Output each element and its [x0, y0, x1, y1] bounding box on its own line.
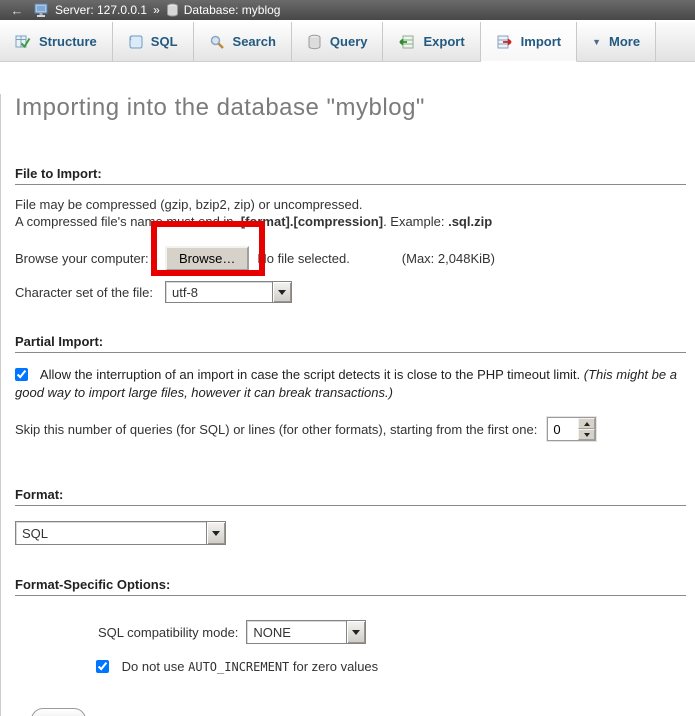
auto-increment-text-prefix: Do not use	[122, 659, 189, 674]
charset-select[interactable]: utf-8	[165, 281, 292, 303]
browse-row: Browse your computer: Browse… No file se…	[15, 245, 690, 271]
tab-bar: Structure SQL Search Query Export Import…	[0, 22, 695, 62]
tab-more[interactable]: ▼ More	[577, 22, 656, 61]
compression-help-text: File may be compressed (gzip, bzip2, zip…	[15, 196, 690, 230]
section-heading-format-specific-options: Format-Specific Options:	[15, 577, 686, 596]
browse-button[interactable]: Browse…	[165, 246, 249, 271]
spinner-up-button[interactable]	[578, 418, 595, 429]
sql-compatibility-select[interactable]: NONE	[246, 620, 366, 644]
sql-icon	[128, 34, 143, 50]
allow-interruption-checkbox[interactable]	[15, 368, 28, 381]
section-heading-file-to-import: File to Import:	[15, 166, 686, 185]
breadcrumb-server-label: Server: 127.0.0.1	[55, 3, 147, 17]
tab-query-label: Query	[330, 34, 368, 49]
query-icon	[307, 34, 322, 50]
sql-compatibility-value: NONE	[247, 621, 346, 643]
auto-increment-code: AUTO_INCREMENT	[188, 660, 289, 674]
tab-export-label: Export	[423, 34, 464, 49]
go-button[interactable]: Go	[31, 708, 86, 716]
charset-row: Character set of the file: utf-8	[15, 280, 690, 304]
auto-increment-checkbox[interactable]	[96, 660, 109, 673]
tab-query[interactable]: Query	[292, 22, 384, 61]
database-icon	[166, 3, 179, 17]
back-arrow-icon[interactable]: ←	[6, 3, 28, 18]
no-file-selected-text: No file selected.	[257, 251, 350, 266]
format-select-value: SQL	[16, 522, 206, 544]
search-icon	[209, 34, 225, 50]
spinner-down-button[interactable]	[578, 429, 595, 440]
browse-label: Browse your computer:	[15, 251, 165, 266]
page-title: Importing into the database "myblog"	[15, 94, 690, 122]
section-heading-format: Format:	[15, 487, 686, 506]
breadcrumb-database[interactable]: Database: myblog	[166, 3, 281, 17]
import-icon	[496, 34, 513, 50]
allow-interruption-row: Allow the interruption of an import in c…	[15, 366, 687, 402]
structure-icon	[15, 34, 31, 50]
format-dropdown-arrow-icon[interactable]	[206, 522, 225, 544]
tab-more-label: More	[609, 34, 640, 49]
skip-queries-label: Skip this number of queries (for SQL) or…	[15, 422, 537, 437]
max-size-text: (Max: 2,048KiB)	[402, 251, 495, 266]
tab-structure[interactable]: Structure	[0, 22, 113, 61]
breadcrumb-database-label: Database: myblog	[184, 3, 281, 17]
format-select[interactable]: SQL	[15, 521, 226, 545]
skip-queries-input[interactable]	[548, 418, 578, 440]
skip-queries-row: Skip this number of queries (for SQL) or…	[15, 417, 690, 441]
tab-search-label: Search	[233, 34, 276, 49]
sql-compatibility-label: SQL compatibility mode:	[98, 625, 238, 640]
tab-search[interactable]: Search	[194, 22, 292, 61]
tab-sql[interactable]: SQL	[113, 22, 194, 61]
breadcrumb: ← Server: 127.0.0.1 » Database: myblog	[0, 0, 695, 20]
chevron-down-icon: ▼	[592, 37, 601, 47]
format-row: SQL	[15, 521, 690, 545]
compression-format-pattern: .[format].[compression]	[237, 214, 383, 229]
compression-line1: File may be compressed (gzip, bzip2, zip…	[15, 197, 363, 212]
tab-import[interactable]: Import	[481, 22, 577, 62]
server-icon	[34, 3, 50, 18]
allow-interruption-text: Allow the interruption of an import in c…	[40, 367, 584, 382]
auto-increment-row: Do not use AUTO_INCREMENT for zero value…	[15, 659, 690, 674]
tab-sql-label: SQL	[151, 34, 178, 49]
export-icon	[398, 34, 415, 50]
skip-queries-spinner	[547, 417, 596, 441]
compat-dropdown-arrow-icon[interactable]	[346, 621, 365, 643]
compression-line2-mid: . Example:	[383, 214, 448, 229]
auto-increment-text-suffix: for zero values	[289, 659, 378, 674]
charset-select-value: utf-8	[166, 282, 272, 302]
tab-bar-filler	[656, 22, 695, 62]
tab-export[interactable]: Export	[383, 22, 480, 61]
tab-import-label: Import	[521, 34, 561, 49]
tab-structure-label: Structure	[39, 34, 97, 49]
compression-example: .sql.zip	[448, 214, 492, 229]
section-heading-partial-import: Partial Import:	[15, 334, 686, 353]
main-content: Importing into the database "myblog" Fil…	[0, 94, 695, 716]
charset-label: Character set of the file:	[15, 285, 165, 300]
compression-line2-prefix: A compressed file's name must end in	[15, 214, 237, 229]
sql-compatibility-row: SQL compatibility mode: NONE	[15, 620, 690, 644]
breadcrumb-separator: »	[153, 3, 160, 17]
charset-dropdown-arrow-icon[interactable]	[272, 282, 291, 302]
breadcrumb-server[interactable]: Server: 127.0.0.1	[34, 3, 147, 18]
